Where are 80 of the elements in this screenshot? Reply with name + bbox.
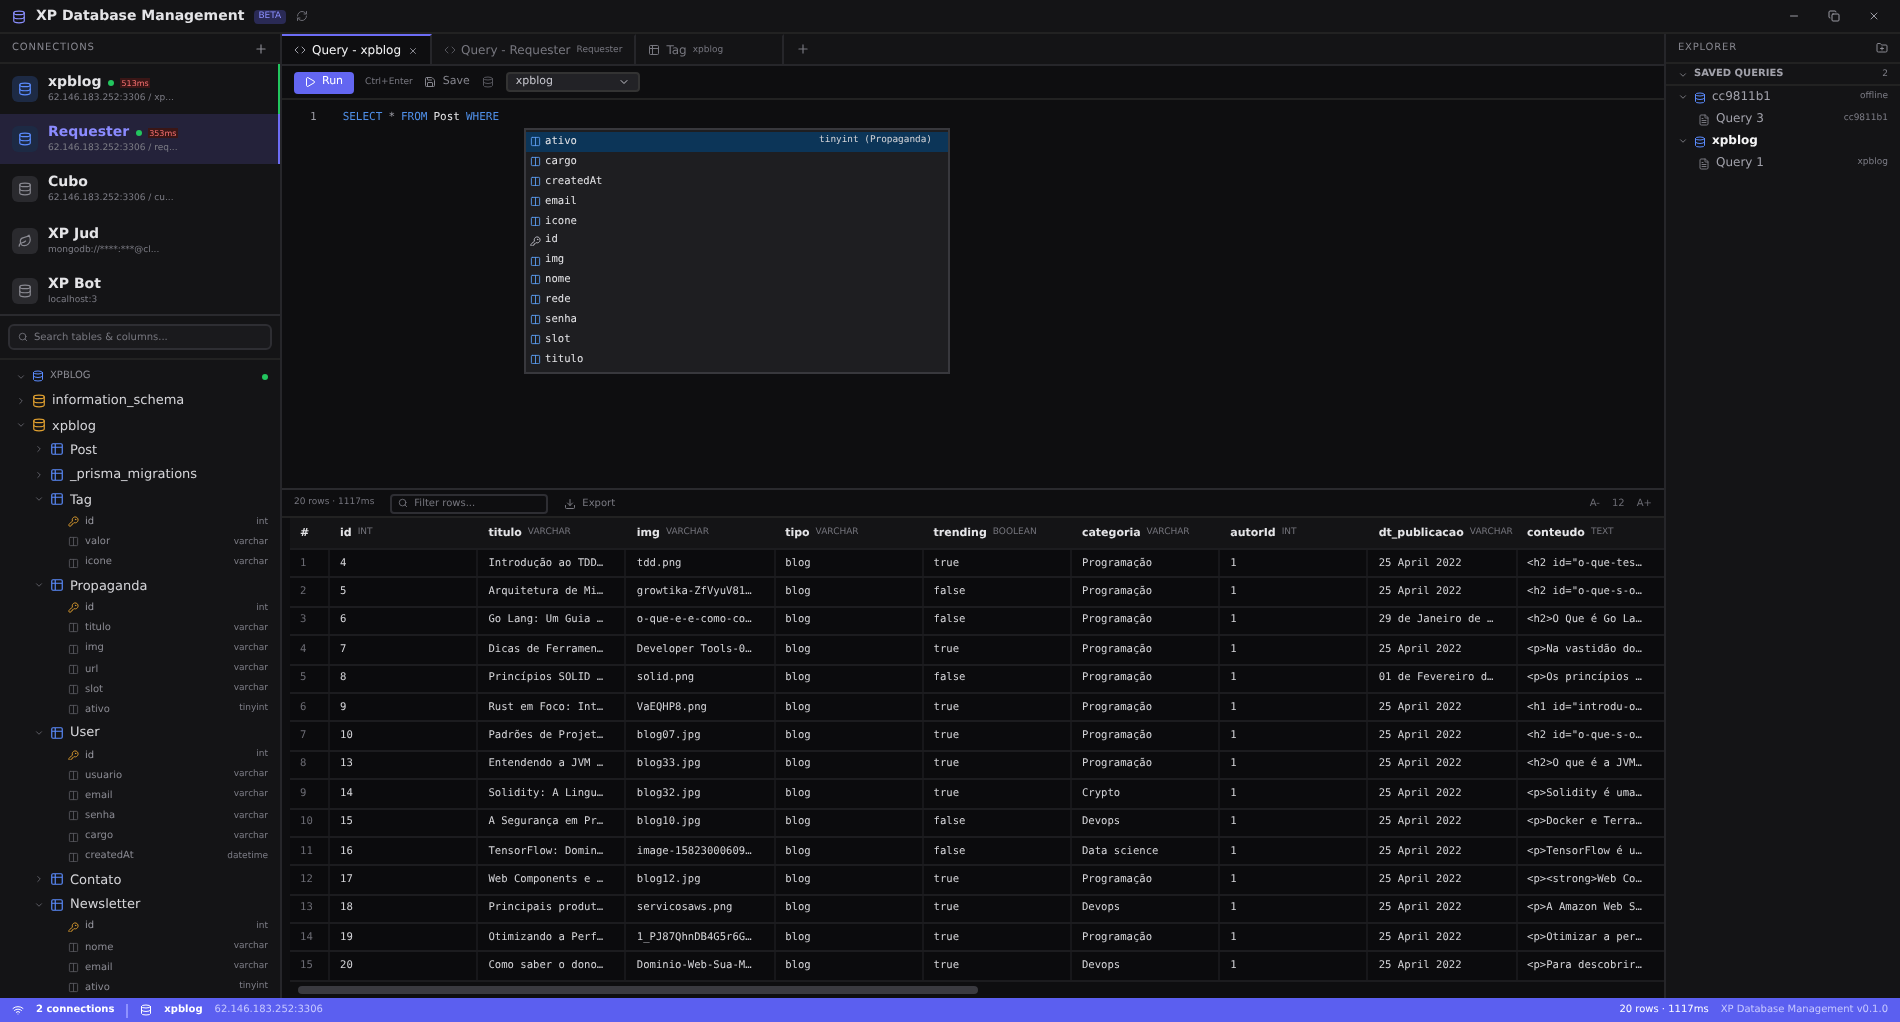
chevron-down-icon — [1678, 69, 1688, 79]
column-icon — [68, 684, 79, 695]
column-icon — [530, 136, 541, 148]
status-dot — [135, 129, 142, 136]
column-icon — [530, 334, 541, 346]
code-icon — [443, 44, 456, 56]
column-icon — [68, 810, 79, 822]
add-tab-icon — [796, 42, 811, 56]
download-icon — [564, 497, 577, 509]
play-icon — [304, 76, 316, 88]
chevron-right-icon — [16, 395, 26, 406]
minimize-icon — [1788, 10, 1800, 22]
column-icon — [530, 255, 541, 267]
column-icon — [68, 536, 79, 548]
key-icon — [68, 516, 79, 528]
database-icon — [481, 76, 494, 88]
chevron-down-icon — [34, 494, 44, 505]
add-icon — [254, 41, 268, 55]
column-icon — [68, 622, 79, 634]
column-icon — [68, 769, 79, 781]
column-icon — [68, 643, 79, 655]
chevron-down-icon — [34, 580, 44, 591]
close-icon — [1868, 10, 1880, 22]
column-icon — [530, 195, 541, 207]
column-icon — [530, 294, 541, 306]
table-icon — [50, 467, 64, 482]
refresh-icon — [295, 10, 308, 22]
database-icon — [32, 418, 46, 433]
column-icon — [68, 831, 79, 843]
table-icon — [50, 897, 64, 912]
table-icon — [50, 442, 64, 457]
column-icon — [530, 156, 541, 168]
chevron-down-icon — [16, 420, 26, 431]
chevron-down-icon — [1678, 92, 1688, 102]
restore-icon — [1828, 10, 1840, 22]
database-icon — [1694, 135, 1706, 147]
chevron-down-icon — [34, 899, 44, 910]
key-icon — [68, 602, 79, 614]
wifi-icon — [12, 1004, 24, 1016]
app-logo-icon — [12, 9, 26, 23]
database-icon — [32, 393, 46, 408]
column-icon — [68, 790, 79, 802]
file-icon — [1698, 157, 1710, 169]
column-icon — [68, 962, 79, 974]
column-icon — [530, 274, 541, 286]
key-icon — [530, 235, 541, 247]
column-icon — [530, 175, 541, 187]
chevron-down-icon — [617, 76, 630, 88]
column-icon — [68, 851, 79, 863]
search-icon — [18, 332, 28, 342]
chevron-down-icon — [1678, 136, 1688, 146]
table-icon — [50, 725, 64, 740]
chevron-down-icon — [34, 727, 44, 738]
table-icon — [50, 492, 64, 507]
chevron-right-icon — [34, 469, 44, 480]
column-icon — [68, 704, 79, 716]
save-icon — [424, 76, 437, 88]
column-icon — [68, 982, 79, 994]
chevron-right-icon — [34, 444, 44, 455]
chevron-down-icon — [16, 371, 26, 381]
column-icon — [530, 314, 541, 326]
database-icon — [1694, 91, 1706, 103]
column-icon — [530, 215, 541, 227]
key-icon — [68, 749, 79, 761]
file-icon — [1698, 113, 1710, 125]
column-icon — [68, 663, 79, 675]
column-icon — [68, 941, 79, 953]
chevron-right-icon — [34, 874, 44, 885]
new-folder-icon — [1876, 42, 1888, 54]
column-icon — [68, 557, 79, 569]
key-icon — [68, 921, 79, 933]
database-icon — [140, 1004, 153, 1016]
code-icon — [294, 44, 306, 56]
column-icon — [530, 353, 541, 365]
search-icon — [398, 498, 409, 508]
table-icon — [50, 872, 64, 887]
status-dot — [107, 79, 114, 86]
table-icon — [648, 44, 661, 56]
table-icon — [50, 578, 64, 593]
database-icon — [32, 370, 44, 382]
